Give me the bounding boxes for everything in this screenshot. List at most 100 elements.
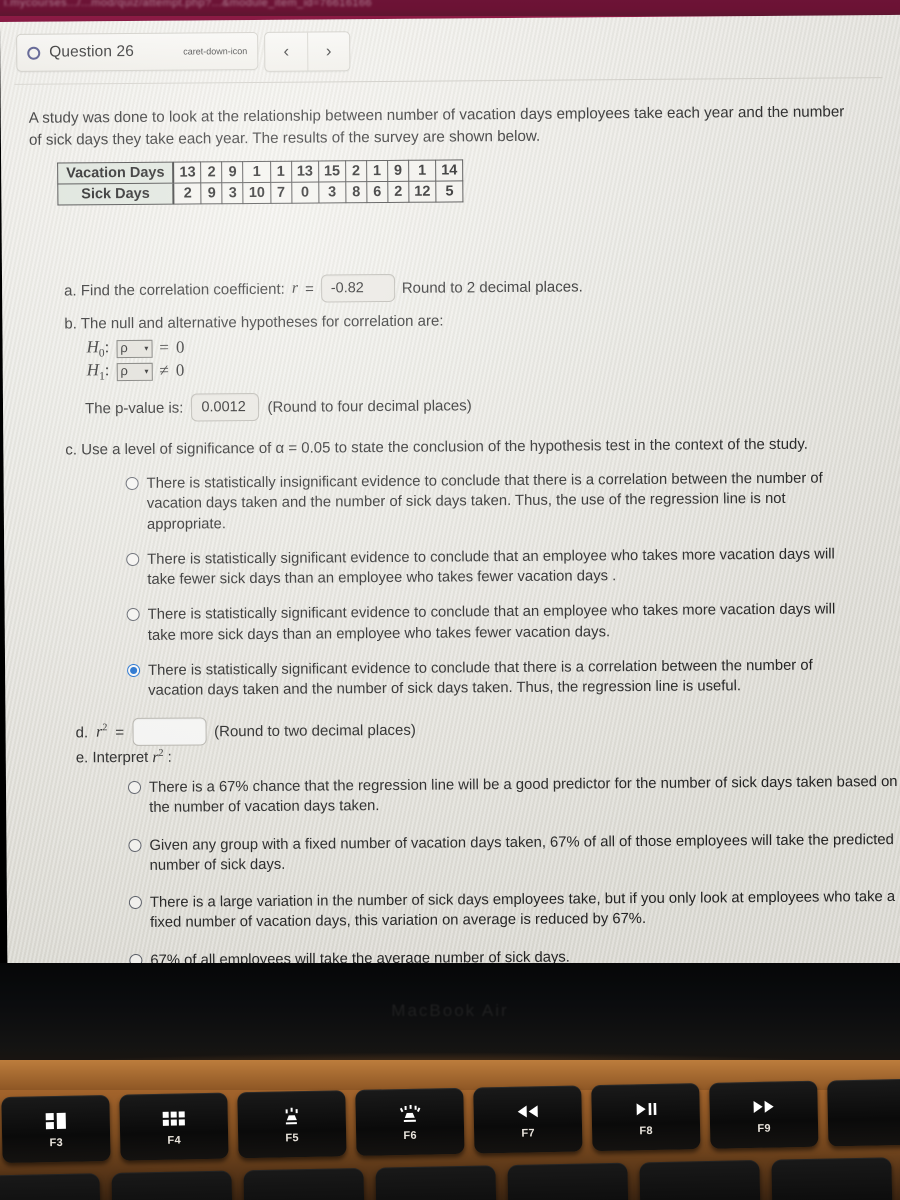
cell: 3 <box>222 182 244 204</box>
key-f3[interactable]: F3 <box>1 1094 111 1164</box>
part-e-options: There is a 67% chance that the regressio… <box>127 772 900 971</box>
question-navigation-bar: Question 26 caret-down-icon ‹ › <box>16 31 351 74</box>
key-row2[interactable] <box>507 1162 629 1200</box>
key-f8[interactable]: F8 <box>591 1083 701 1152</box>
laptop-bezel: MacBook Air <box>0 963 900 1074</box>
cell: 12 <box>408 181 436 203</box>
radio-icon[interactable] <box>127 780 142 795</box>
h1-symbol: H1: <box>86 360 110 383</box>
part-a: a. Find the correlation coefficient: r =… <box>64 272 583 304</box>
cell: 13 <box>173 161 202 184</box>
prev-next-group: ‹ › <box>264 31 351 72</box>
radio-icon[interactable] <box>128 895 142 910</box>
h0-parameter-value: ρ <box>120 340 128 356</box>
launchpad-grid-icon <box>162 1107 185 1129</box>
laptop-keyboard: F3 F4 F5 F6 F7 F8 F9 <box>0 1060 900 1200</box>
part-e-option-2[interactable]: Given any group with a fixed number of v… <box>128 829 900 876</box>
part-c-option-1[interactable]: There is statistically insignificant evi… <box>125 468 866 535</box>
h1-parameter-select[interactable]: ρ ▾ <box>116 362 153 381</box>
key-row2[interactable] <box>243 1167 365 1200</box>
table-row: Sick Days 2 9 3 10 7 0 3 8 6 2 12 5 <box>57 180 464 206</box>
cell: 7 <box>270 182 292 204</box>
pvalue-row: The p-value is: 0.0012 (Round to four de… <box>85 389 765 422</box>
next-question-button[interactable]: › <box>307 32 350 71</box>
part-d-variable: r2 <box>96 722 108 741</box>
cell: 1 <box>408 160 436 182</box>
question-selector[interactable]: Question 26 caret-down-icon <box>16 31 259 72</box>
keyboard-brightness-up-icon <box>395 1102 423 1125</box>
chevron-down-icon: ▾ <box>144 343 149 353</box>
key-label: F9 <box>757 1122 771 1135</box>
pvalue-hint: (Round to four decimal places) <box>267 396 472 416</box>
fast-forward-svg <box>753 1100 774 1113</box>
header-divider <box>14 77 883 85</box>
part-d-label: d. <box>75 723 89 741</box>
part-e-variable: r2 <box>152 747 164 767</box>
key-f5[interactable]: F5 <box>237 1090 347 1159</box>
cell: 3 <box>318 181 346 204</box>
kb-brightness-down-svg <box>285 1107 298 1124</box>
quiz-page: Question 26 caret-down-icon ‹ › A study … <box>0 14 900 987</box>
radio-icon[interactable] <box>126 608 140 622</box>
cell: 9 <box>387 160 409 182</box>
part-e-option-1[interactable]: There is a 67% chance that the regressio… <box>127 772 900 819</box>
option-text: There is a large variation in the number… <box>149 889 896 932</box>
key-row2[interactable] <box>111 1170 233 1200</box>
macbook-air-brand: MacBook Air <box>391 1001 509 1020</box>
key-row2[interactable] <box>0 1173 101 1200</box>
correlation-coefficient-input[interactable]: -0.82 <box>320 273 395 303</box>
key-f9[interactable]: F9 <box>709 1080 819 1149</box>
cell: 0 <box>291 182 319 204</box>
cell: 2 <box>345 160 367 182</box>
key-label: F3 <box>49 1136 64 1149</box>
circle-outline-icon <box>27 46 41 60</box>
cell: 1 <box>243 161 271 183</box>
part-c-option-3[interactable]: There is statistically significant evide… <box>126 600 867 646</box>
cell: 8 <box>345 181 367 203</box>
kb-brightness-up-svg <box>399 1104 421 1122</box>
key-f10-partial[interactable] <box>827 1078 900 1147</box>
key-row2[interactable] <box>771 1157 893 1200</box>
r-squared-input[interactable] <box>131 717 207 746</box>
h0-parameter-select[interactable]: ρ ▾ <box>116 339 153 358</box>
chevron-down-icon: ▾ <box>144 366 149 376</box>
key-f4[interactable]: F4 <box>119 1092 229 1161</box>
caret-down-icon: caret-down-icon <box>183 46 248 57</box>
part-e-option-3[interactable]: There is a large variation in the number… <box>128 887 900 934</box>
key-label: F5 <box>285 1131 300 1144</box>
radio-icon-selected[interactable] <box>127 663 141 677</box>
key-label: F4 <box>167 1133 182 1147</box>
part-c: c. Use a level of significance of α = 0.… <box>65 433 867 702</box>
keyboard-brightness-down-icon <box>279 1104 305 1127</box>
key-f7[interactable]: F7 <box>473 1085 583 1154</box>
h1-parameter-value: ρ <box>120 363 128 379</box>
laptop-screen-photo: i.mycourses.../...mod/quiz/attempt.php?.… <box>0 0 900 1200</box>
previous-question-button[interactable]: ‹ <box>265 33 307 71</box>
question-label: Question 26 <box>49 42 134 61</box>
cell: 15 <box>318 160 346 183</box>
row-header-vacation-days: Vacation Days <box>57 162 174 185</box>
cell: 9 <box>201 182 223 204</box>
alt-hypothesis-row: H1: ρ ▾ ≠ 0 <box>87 355 765 383</box>
part-c-option-4[interactable]: There is statistically significant evide… <box>127 655 867 701</box>
cell: 1 <box>366 160 388 182</box>
key-f6[interactable]: F6 <box>355 1087 465 1156</box>
part-c-option-2[interactable]: There is statistically significant evide… <box>126 544 866 590</box>
part-d: d. r2 = (Round to two decimal places) <box>75 716 416 747</box>
play-pause-svg <box>636 1102 657 1115</box>
radio-icon[interactable] <box>128 838 142 852</box>
radio-icon[interactable] <box>126 552 140 566</box>
browser-url-text: i.mycourses.../...mod/quiz/attempt.php?.… <box>4 0 372 9</box>
part-d-hint: (Round to two decimal places) <box>214 721 416 740</box>
pvalue-label: The p-value is: <box>84 399 184 417</box>
h0-relation: = <box>159 337 169 357</box>
key-label: F6 <box>403 1129 417 1142</box>
key-row2[interactable] <box>375 1165 497 1200</box>
row-header-sick-days: Sick Days <box>57 183 174 206</box>
part-a-label: a. Find the correlation coefficient: <box>64 280 285 300</box>
key-row2[interactable] <box>639 1159 761 1200</box>
survey-data-table: Vacation Days 13 2 9 1 1 13 15 2 1 9 1 1… <box>57 159 464 206</box>
part-d-equals: = <box>115 723 125 741</box>
radio-icon[interactable] <box>125 476 139 491</box>
pvalue-input[interactable]: 0.0012 <box>191 392 260 422</box>
